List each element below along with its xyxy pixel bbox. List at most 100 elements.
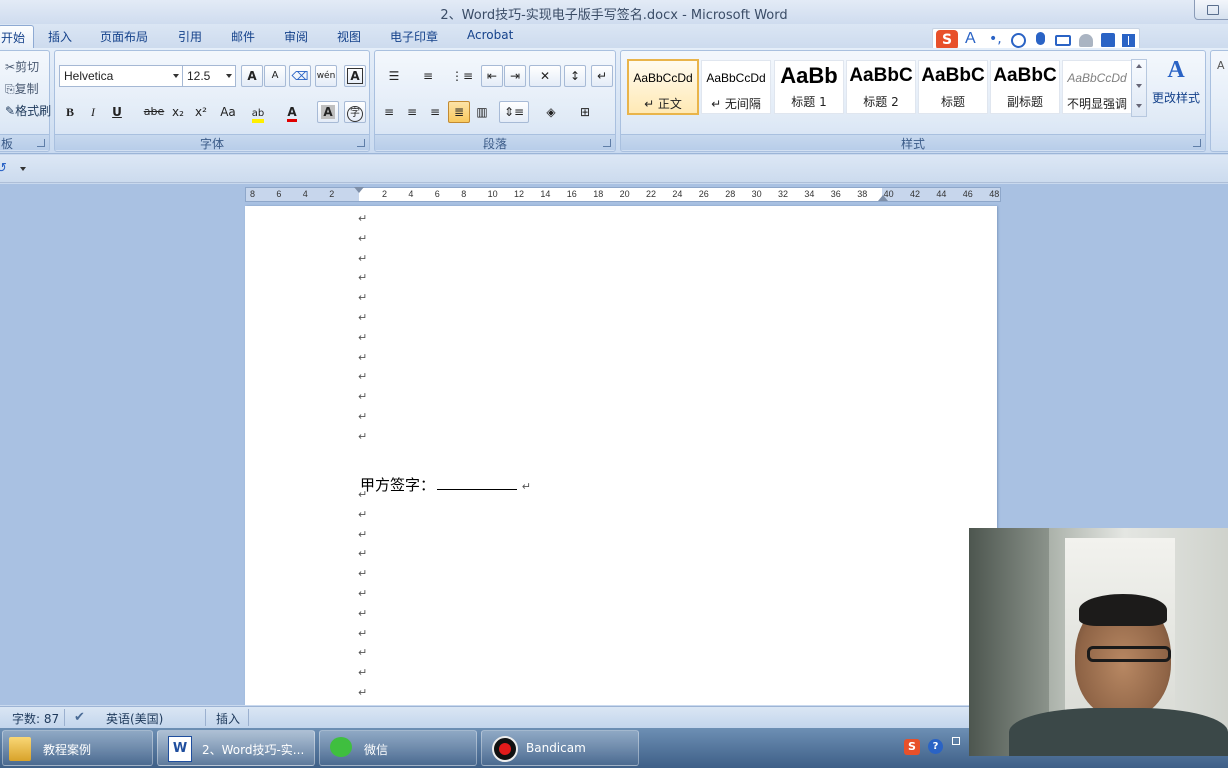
language-indicator[interactable]: 英语(美国)	[106, 710, 163, 727]
signature-blank[interactable]	[437, 476, 518, 490]
bold-button[interactable]: B	[59, 101, 81, 123]
style-heading-1[interactable]: AaBb 标题 1	[774, 60, 844, 114]
find-icon[interactable]: A	[1217, 59, 1225, 72]
style-no-spacing[interactable]: AaBbCcDd ↵ 无间隔	[701, 60, 771, 114]
multilevel-list-button[interactable]: ⋮≡	[446, 65, 478, 87]
word-count[interactable]: 字数: 87	[12, 710, 59, 727]
horizontal-ruler[interactable]: 8 6 4 2 2 4 6 8 10 12 14 16 18 20 22 24 26 28 30 32 34 36 38 40…	[245, 187, 1001, 202]
editing-group: A	[1210, 50, 1228, 152]
taskbar-item-wechat[interactable]: 微信	[319, 730, 477, 766]
paragraph-mark: ↵	[358, 410, 368, 423]
borders-button[interactable]: ⊞	[569, 101, 601, 123]
restore-button[interactable]	[1194, 0, 1228, 20]
phonetic-guide-button[interactable]: wén	[315, 65, 337, 87]
change-case-button[interactable]: Aa	[215, 101, 241, 123]
emoji-icon[interactable]	[1011, 33, 1026, 48]
taskbar-item-bandicam[interactable]: Bandicam	[481, 730, 639, 766]
right-indent-marker-icon[interactable]	[878, 195, 888, 201]
keyboard-icon[interactable]	[1055, 35, 1071, 46]
align-center-button[interactable]: ≡	[401, 101, 423, 123]
decrease-indent-button[interactable]: ⇤	[481, 65, 503, 87]
cut-button[interactable]: ✂剪切	[5, 58, 39, 75]
style-heading-2[interactable]: AaBbC 标题 2	[846, 60, 916, 114]
italic-button[interactable]: I	[82, 101, 104, 123]
enclose-char-button[interactable]: 字	[344, 101, 366, 123]
microphone-icon[interactable]	[1036, 32, 1045, 45]
char-shading-button[interactable]: A	[317, 101, 339, 123]
ime-punctuation-icon[interactable]: •,	[989, 31, 1002, 47]
ruler-tick: 36	[830, 189, 841, 199]
sort-button[interactable]: ↕	[564, 65, 586, 87]
chevron-down-icon	[226, 74, 232, 78]
style-gallery-scroll[interactable]	[1131, 59, 1147, 117]
highlight-button[interactable]: ab	[247, 101, 269, 123]
sogou-tray-icon[interactable]: S	[904, 739, 920, 755]
line-spacing-button[interactable]: ⇕≡	[499, 101, 529, 123]
dialog-launcher-icon[interactable]	[603, 139, 611, 147]
superscript-button[interactable]: x²	[190, 101, 212, 123]
sogou-logo-icon[interactable]: S	[936, 30, 958, 50]
ruler-tick: 24	[672, 189, 683, 199]
dialog-launcher-icon[interactable]	[1193, 139, 1201, 147]
document-page[interactable]: ↵ ↵ ↵ ↵ ↵ ↵ ↵ ↵ ↵ ↵ ↵ ↵ 甲方签字： ↵ ↵ ↵ ↵ ↵ ↵ ↵ ↵ ↵ ↵ ↵ ↵	[245, 206, 997, 705]
paragraph-mark: ↵	[358, 666, 368, 680]
dialog-launcher-icon[interactable]	[357, 139, 365, 147]
shrink-font-button[interactable]: A	[264, 65, 286, 87]
copy-button[interactable]: ⎘复制	[5, 80, 39, 97]
tab-acrobat[interactable]: Acrobat	[467, 28, 513, 48]
tab-insert[interactable]: 插入	[48, 28, 72, 48]
increase-indent-button[interactable]: ⇥	[504, 65, 526, 87]
tab-e-seal[interactable]: 电子印章	[390, 28, 438, 48]
ime-chinese-mode-icon[interactable]: A	[965, 30, 976, 48]
chinese-layout-button[interactable]: ✕	[529, 65, 561, 87]
proofing-icon[interactable]: ✔	[74, 710, 85, 725]
format-painter-button[interactable]: ✎格式刷	[5, 102, 51, 119]
subscript-button[interactable]: x₂	[167, 101, 189, 123]
justify-button[interactable]: ≣	[448, 101, 470, 123]
change-styles-button[interactable]: A 更改样式	[1149, 57, 1203, 119]
folder-icon	[9, 737, 31, 761]
undo-icon[interactable]: ↺	[0, 161, 7, 176]
taskbar-item-word[interactable]: W 2、Word技巧-实...	[157, 730, 315, 766]
toolbox-grid-icon[interactable]	[1122, 34, 1135, 47]
webcam-person-body	[1009, 708, 1228, 756]
style-title[interactable]: AaBbC 标题	[918, 60, 988, 114]
user-icon[interactable]	[1079, 34, 1093, 47]
tab-view[interactable]: 视图	[337, 28, 361, 48]
skin-shirt-icon[interactable]	[1101, 33, 1115, 47]
show-marks-button[interactable]: ↵	[591, 65, 613, 87]
clear-format-button[interactable]: ⌫	[289, 65, 311, 87]
insert-mode[interactable]: 插入	[216, 710, 240, 727]
strikethrough-button[interactable]: abe	[141, 101, 167, 123]
signature-line[interactable]: 甲方签字： ↵	[360, 474, 531, 495]
tab-references[interactable]: 引用	[178, 28, 202, 48]
align-left-button[interactable]: ≡	[378, 101, 400, 123]
grow-font-button[interactable]: A	[241, 65, 263, 87]
distributed-button[interactable]: ▥	[471, 101, 493, 123]
char-border-button[interactable]: A	[344, 65, 366, 87]
bullets-button[interactable]: ☰	[378, 65, 410, 87]
shading-button[interactable]: ◈	[535, 101, 567, 123]
font-color-button[interactable]: A	[281, 101, 303, 123]
tab-review[interactable]: 审阅	[284, 28, 308, 48]
font-size-dropdown[interactable]: 12.5	[182, 65, 236, 87]
help-tray-icon[interactable]: ?	[928, 739, 943, 754]
underline-button[interactable]: U	[106, 101, 128, 123]
numbering-button[interactable]: ≡	[412, 65, 444, 87]
paragraph-mark: ↵	[358, 231, 368, 245]
style-normal[interactable]: AaBbCcDd ↵ 正文	[627, 59, 699, 115]
network-tray-icon[interactable]	[952, 737, 960, 745]
taskbar-item-explorer[interactable]: 教程案例	[2, 730, 153, 766]
ruler-tick: 4	[302, 189, 308, 199]
tab-page-layout[interactable]: 页面布局	[100, 28, 148, 48]
style-subtitle[interactable]: AaBbC 副标题	[990, 60, 1060, 114]
tab-mailings[interactable]: 邮件	[231, 28, 255, 48]
customize-toolbar-chevron-icon[interactable]	[20, 167, 26, 171]
indent-marker-icon[interactable]	[354, 187, 364, 193]
tab-home[interactable]: 开始	[0, 25, 35, 49]
style-subtle-emphasis[interactable]: AaBbCcDd 不明显强调	[1062, 60, 1132, 114]
align-right-button[interactable]: ≡	[424, 101, 446, 123]
dialog-launcher-icon[interactable]	[37, 139, 45, 147]
font-name-dropdown[interactable]: Helvetica	[59, 65, 183, 87]
paragraph-mark: ↵	[358, 370, 368, 384]
